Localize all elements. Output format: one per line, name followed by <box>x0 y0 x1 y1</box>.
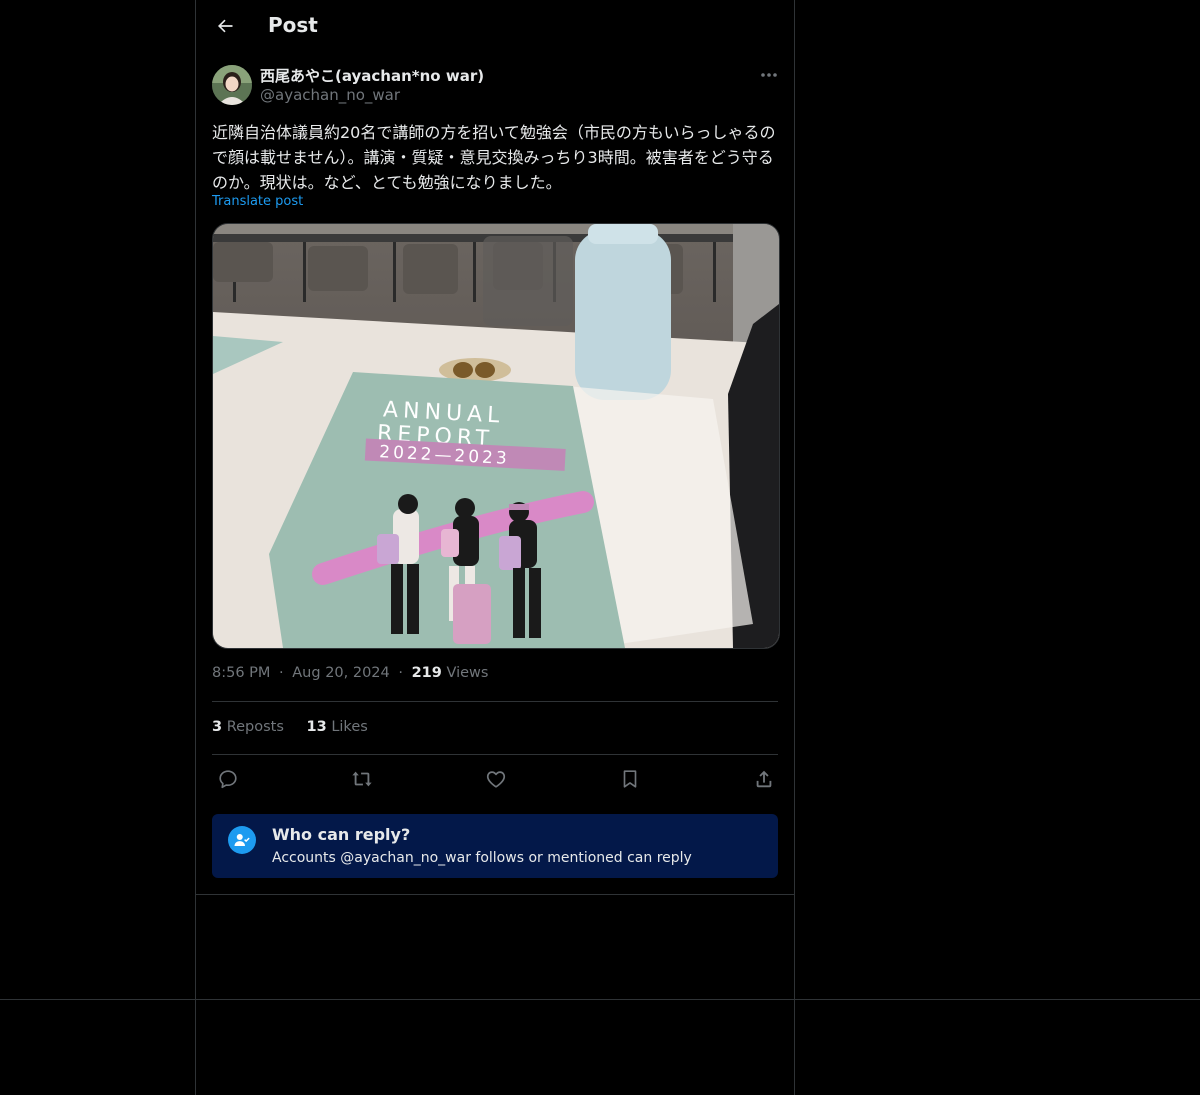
reposts-label: Reposts <box>226 719 284 735</box>
views-label: Views <box>446 665 489 681</box>
reposts-count: 3 <box>212 719 223 735</box>
avatar[interactable] <box>212 65 252 105</box>
arrow-left-icon <box>218 19 233 33</box>
more-button[interactable] <box>754 64 784 86</box>
primary-column: Post 西尾あやこ(ayachan*no war) @ayachan_no_w… <box>195 0 795 1095</box>
post-time[interactable]: 8:56 PM <box>212 665 270 681</box>
header: Post <box>196 0 794 53</box>
post-image[interactable]: ANNUAL REPORT 2022—2023 <box>212 223 780 649</box>
likes-label: Likes <box>331 719 368 735</box>
likes-count: 13 <box>306 719 327 735</box>
divider <box>212 701 778 702</box>
divider <box>212 754 778 755</box>
who-can-reply-title: Who can reply? <box>272 825 411 844</box>
divider <box>196 894 794 895</box>
post-text: 近隣自治体議員約20名で講師の方を招いて勉強会（市民の方もいらっしゃるので顔は載… <box>212 123 776 192</box>
more-horizontal-icon <box>761 73 777 77</box>
meta-separator: · <box>279 665 284 681</box>
user-check-icon <box>228 826 256 854</box>
page-title: Post <box>268 13 318 37</box>
like-icon <box>486 771 506 788</box>
author-display-name[interactable]: 西尾あやこ(ayachan*no war) <box>260 65 484 86</box>
reply-button[interactable] <box>211 764 245 794</box>
repost-button[interactable] <box>345 764 379 794</box>
likes-stat[interactable]: 13 Likes <box>307 719 368 735</box>
back-button[interactable] <box>208 9 242 43</box>
post-date[interactable]: Aug 20, 2024 <box>292 665 390 681</box>
author-handle[interactable]: @ayachan_no_war <box>260 86 400 104</box>
views-count: 219 <box>411 665 442 681</box>
reposts-stat[interactable]: 3 Reposts <box>212 719 284 735</box>
who-can-reply-description: Accounts @ayachan_no_war follows or ment… <box>272 850 692 866</box>
share-icon <box>756 770 772 788</box>
bookmark-icon <box>623 770 637 788</box>
like-button[interactable] <box>479 764 513 794</box>
post-stats: 3 Reposts 13 Likes <box>212 719 386 735</box>
reply-icon <box>219 770 237 789</box>
translate-post-link[interactable]: Translate post <box>212 194 303 209</box>
repost-icon <box>352 771 372 787</box>
post-meta: 8:56 PM · Aug 20, 2024 · 219 Views <box>212 665 488 681</box>
meta-separator: · <box>398 665 403 681</box>
who-can-reply-banner: Who can reply? Accounts @ayachan_no_war … <box>212 814 778 878</box>
bookmark-button[interactable] <box>613 764 647 794</box>
share-button[interactable] <box>747 764 781 794</box>
